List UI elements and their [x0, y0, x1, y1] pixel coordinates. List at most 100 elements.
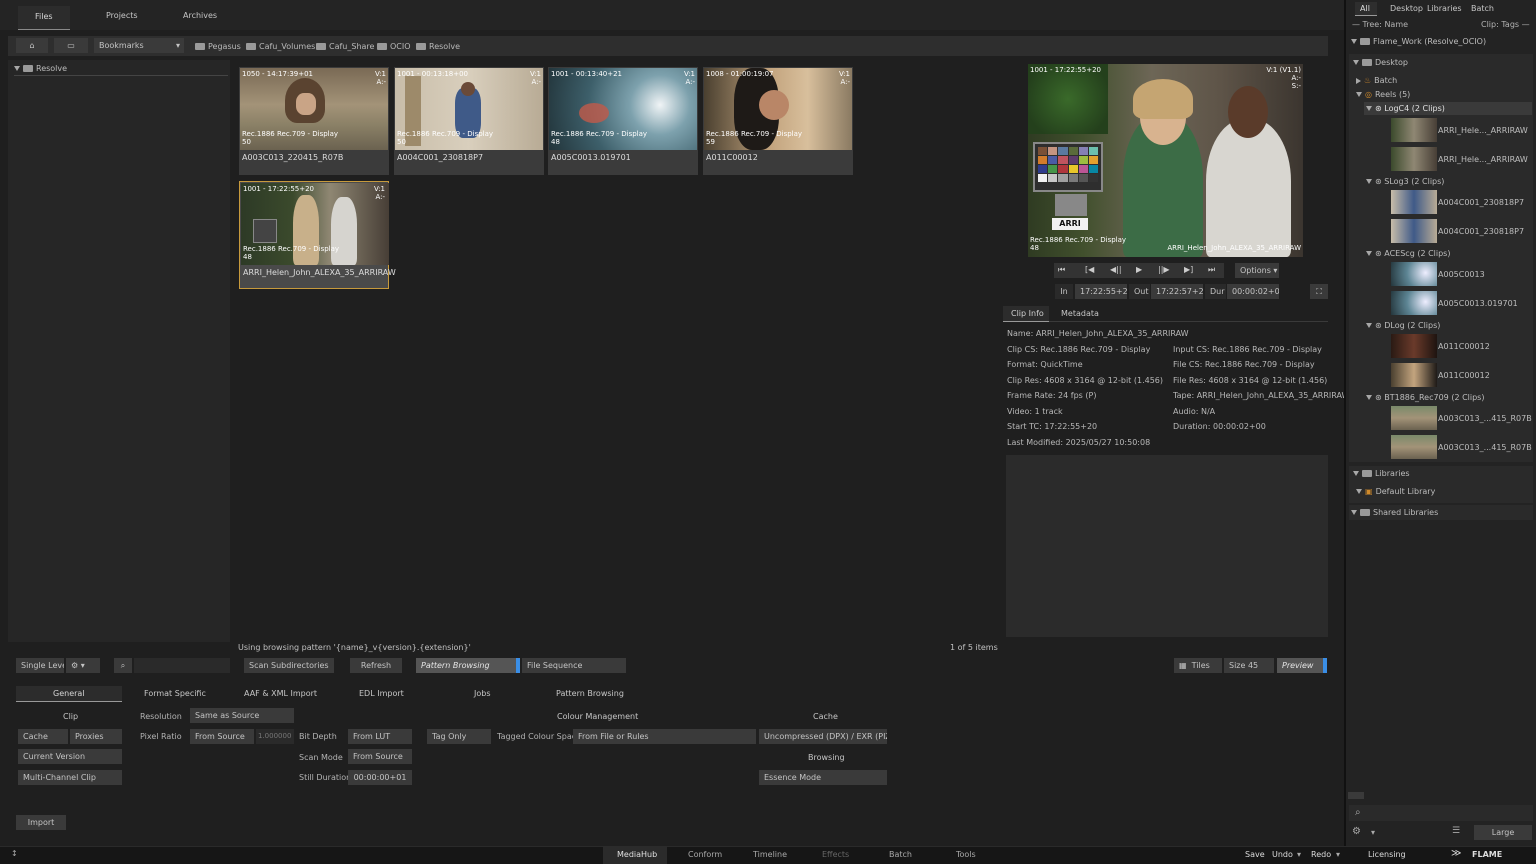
step-back-icon[interactable]: ◀|| [1110, 265, 1122, 274]
go-to-end-icon[interactable]: ⏭ [1208, 265, 1215, 275]
reel-acescg[interactable]: ⊛ ACEScg (2 Clips) [1366, 249, 1450, 258]
preview-viewer[interactable]: ARRI 1001 - 17:22:55+20 V:1 (V1.1) A:- S:-… [1028, 64, 1303, 257]
home-button[interactable]: ⌂ [16, 38, 48, 53]
tab-archives[interactable]: Archives [183, 11, 217, 20]
desktop-item[interactable]: Desktop [1353, 58, 1408, 67]
chevron-down-icon[interactable]: ▾ [1371, 828, 1375, 837]
tree-item-resolve[interactable]: Resolve [14, 64, 228, 76]
tab-aaf-xml-import[interactable]: AAF & XML Import [244, 689, 317, 698]
scan-mode-dropdown[interactable]: From Source [348, 749, 412, 764]
clip-item[interactable]: A004C001_230818P7 [1438, 227, 1524, 236]
tag-only-dropdown[interactable]: Tag Only [427, 729, 491, 744]
clip-item[interactable]: A003C013_...415_R07B [1438, 443, 1532, 452]
tab-files[interactable]: Files [18, 6, 70, 30]
cache-format-dropdown[interactable]: Uncompressed (DPX) / EXR (PIZ) [759, 729, 887, 744]
tab-libraries[interactable]: Libraries [1427, 4, 1462, 13]
still-duration-field[interactable]: 00:00:00+01 [348, 770, 412, 785]
clip-tile[interactable]: 1001 - 00:13:40+21 V:1 A:- Rec.1886 Rec.7… [548, 67, 698, 175]
tiles-button[interactable]: ▦ Tiles [1174, 658, 1222, 673]
tab-projects[interactable]: Projects [106, 11, 138, 20]
tab-format-specific[interactable]: Format Specific [144, 689, 206, 698]
tab-general[interactable]: General [16, 686, 122, 702]
out-timecode[interactable]: 17:22:57+20 [1151, 284, 1203, 299]
bookmark-resolve[interactable]: Resolve [416, 42, 460, 51]
clip-item[interactable]: A011C00012 [1438, 371, 1490, 380]
save-button[interactable]: Save [1245, 850, 1265, 859]
reel-dlog[interactable]: ⊛ DLog (2 Clips) [1366, 321, 1440, 330]
tab-clip-info[interactable]: Clip Info [1003, 306, 1049, 322]
clip-item[interactable]: ARRI_Hele..._ARRIRAW [1438, 126, 1528, 135]
reel-logc4[interactable]: ⊛ LogC4 (2 Clips) [1366, 104, 1445, 113]
go-to-start-icon[interactable]: ⏮ [1058, 265, 1065, 275]
libraries-item[interactable]: Libraries [1353, 469, 1410, 478]
import-button[interactable]: Import [16, 815, 66, 830]
tab-edl-import[interactable]: EDL Import [359, 689, 404, 698]
dur-timecode[interactable]: 00:00:02+00 [1227, 284, 1279, 299]
list-view-icon[interactable]: ☰ [1452, 826, 1460, 836]
bookmark-cafu-volumes[interactable]: Cafu_Volumes [246, 42, 315, 51]
tab-batch[interactable]: Batch [889, 850, 912, 859]
file-sequence-toggle[interactable]: File Sequence [522, 658, 626, 673]
pattern-browsing-toggle[interactable]: Pattern Browsing [416, 658, 520, 673]
thumbnail-size-dropdown[interactable]: Large [1474, 825, 1532, 840]
clip-item[interactable]: A005C0013.019701 [1438, 299, 1518, 308]
chevron-down-icon[interactable]: ▾ [1336, 850, 1340, 859]
settings-menu-button[interactable]: ⚙ ▾ [66, 658, 100, 673]
preview-toggle[interactable]: Preview [1277, 658, 1327, 673]
reels-item[interactable]: ◎ Reels (5) [1356, 90, 1410, 99]
single-level-button[interactable]: Single Level [16, 658, 64, 673]
clip-tags-sort[interactable]: Clip: Tags — [1481, 20, 1530, 29]
folder-button[interactable]: ▭ [54, 38, 88, 53]
scan-subdirectories-toggle[interactable]: Scan Subdirectories [244, 658, 334, 673]
tree-sort-name[interactable]: — Tree: Name [1352, 20, 1408, 29]
arrow-icon[interactable]: ↕ [11, 849, 18, 858]
proxies-toggle[interactable]: Proxies [70, 729, 122, 744]
in-timecode[interactable]: 17:22:55+20 [1075, 284, 1127, 299]
bookmark-pegasus[interactable]: Pegasus [195, 42, 241, 51]
mark-in-icon[interactable]: [◀ [1085, 265, 1094, 274]
tab-tools[interactable]: Tools [956, 850, 976, 859]
clip-item[interactable]: A004C001_230818P7 [1438, 198, 1524, 207]
bookmark-ocio[interactable]: OCIO [377, 42, 411, 51]
clip-tile[interactable]: 1050 - 14:17:39+01 V:1 A:- Rec.1886 Rec.7… [239, 67, 389, 175]
clip-tile[interactable]: 1001 - 00:13:18+00 V:1 A:- Rec.1886 Rec.7… [394, 67, 544, 175]
clip-item[interactable]: A005C0013 [1438, 270, 1485, 279]
tab-conform[interactable]: Conform [688, 850, 722, 859]
gear-icon[interactable]: ⚙ [1352, 826, 1361, 837]
pixel-ratio-dropdown[interactable]: From Source [190, 729, 254, 744]
chevron-down-icon[interactable]: ▾ [1297, 850, 1301, 859]
clip-item[interactable]: ARRI_Hele..._ARRIRAW [1438, 155, 1528, 164]
search-button[interactable]: ⌕ [114, 658, 132, 673]
shared-libraries-item[interactable]: Shared Libraries [1351, 508, 1438, 517]
tagged-cs-dropdown[interactable]: From File or Rules [573, 729, 756, 744]
bit-depth-dropdown[interactable]: From LUT [348, 729, 412, 744]
options-dropdown[interactable]: Options ▾ [1235, 263, 1279, 278]
undo-button[interactable]: Undo [1272, 850, 1293, 859]
clip-tile-selected[interactable]: 1001 - 17:22:55+20 V:1 A:- Rec.1886 Rec.7… [239, 181, 396, 289]
tab-timeline[interactable]: Timeline [753, 850, 787, 859]
refresh-button[interactable]: Refresh [350, 658, 402, 673]
step-forward-icon[interactable]: ||▶ [1158, 265, 1170, 274]
size-slider[interactable]: Size 45 [1224, 658, 1274, 673]
tab-all[interactable]: All [1355, 2, 1377, 16]
pixel-ratio-value[interactable]: 1.000000 [256, 729, 294, 744]
mark-out-icon[interactable]: ▶] [1184, 265, 1193, 274]
tab-mediahub[interactable]: MediaHub [603, 846, 667, 864]
tab-jobs[interactable]: Jobs [474, 689, 491, 698]
horizontal-scrollbar[interactable] [1348, 792, 1364, 799]
tab-batch[interactable]: Batch [1471, 4, 1494, 13]
clip-tile[interactable]: 1008 - 01:00:19:07 V:1 A:- Rec.1886 Rec.7… [703, 67, 853, 175]
bookmark-cafu-share[interactable]: Cafu_Share [316, 42, 374, 51]
reel-bt1886[interactable]: ⊛ BT1886_Rec709 (2 Clips) [1366, 393, 1484, 402]
tab-effects[interactable]: Effects [822, 850, 849, 859]
current-version-dropdown[interactable]: Current Version [18, 749, 122, 764]
batch-item[interactable]: ♨ Batch [1356, 76, 1397, 85]
clip-item[interactable]: A011C00012 [1438, 342, 1490, 351]
play-icon[interactable]: ▶ [1136, 265, 1142, 274]
default-library-item[interactable]: ▣ Default Library [1356, 487, 1435, 496]
workspace-item[interactable]: Flame_Work (Resolve_OCIO) [1351, 37, 1486, 46]
licensing-button[interactable]: Licensing [1368, 850, 1406, 859]
library-search-input[interactable]: ⌕ [1349, 805, 1533, 821]
search-input[interactable] [134, 658, 230, 673]
redo-button[interactable]: Redo [1311, 850, 1331, 859]
